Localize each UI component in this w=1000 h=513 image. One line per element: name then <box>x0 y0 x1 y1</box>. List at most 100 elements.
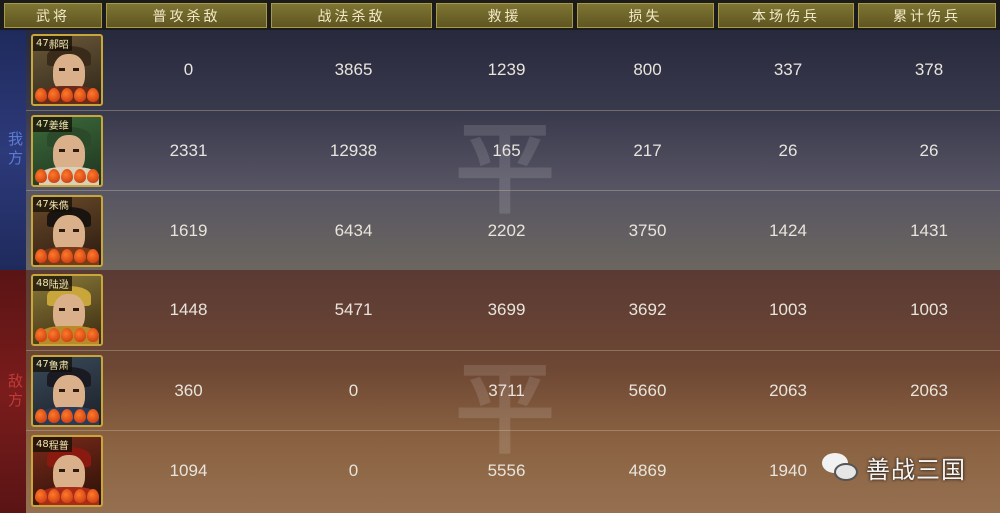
rescue-value: 2202 <box>487 221 526 240</box>
star-icon <box>35 409 47 423</box>
attack-kills-value: 0 <box>183 60 194 79</box>
tactic-kills-value: 0 <box>348 461 359 480</box>
ally-row-3[interactable]: 47 朱儁 1619 6434 2202 3750 1424 1431 <box>26 190 1000 270</box>
star-icon <box>87 169 99 183</box>
star-rating <box>35 328 99 342</box>
star-icon <box>74 489 86 503</box>
attack-kills-value: 1619 <box>169 221 208 240</box>
general-level: 47 <box>36 199 49 210</box>
tactic-kills-value: 0 <box>348 381 359 400</box>
wounded-total-value: 2063 <box>910 381 948 400</box>
enemy-side-label: 敌方 <box>6 372 24 411</box>
general-level: 48 <box>36 439 49 450</box>
star-icon <box>48 88 60 102</box>
wounded-total-value: 378 <box>914 60 944 79</box>
general-portrait[interactable]: 47 鲁肃 <box>31 355 103 427</box>
portrait-eyes <box>59 389 79 392</box>
wounded-battle-value: 2063 <box>769 381 807 400</box>
general-name: 陆逊 <box>48 280 69 291</box>
column-header-attack-kills: 普攻杀敌 <box>106 3 267 28</box>
portrait-eyes <box>59 308 79 311</box>
wounded-battle-value: 337 <box>773 60 803 79</box>
star-icon <box>87 88 99 102</box>
loss-value: 5660 <box>628 381 667 400</box>
loss-value: 3692 <box>628 300 667 319</box>
wounded-total-value: 1003 <box>910 300 948 319</box>
star-icon <box>61 249 73 263</box>
loss-value: 3750 <box>628 221 667 240</box>
star-icon <box>48 489 60 503</box>
column-header-wounded-battle: 本场伤兵 <box>718 3 854 28</box>
star-icon <box>35 328 47 342</box>
column-header-wounded-total: 累计伤兵 <box>858 3 996 28</box>
rescue-value: 3699 <box>487 300 526 319</box>
general-level: 48 <box>36 278 49 289</box>
tactic-kills-value: 3865 <box>334 60 373 79</box>
star-icon <box>74 169 86 183</box>
general-nameplate: 47 郝昭 <box>33 36 72 51</box>
account-watermark: 善战三国 <box>822 450 966 485</box>
general-level: 47 <box>36 359 49 370</box>
star-icon <box>61 169 73 183</box>
star-icon <box>35 88 47 102</box>
portrait-eyes <box>59 68 79 71</box>
table-header: 武将 普攻杀敌 战法杀敌 救援 损失 本场伤兵 累计伤兵 <box>0 0 1000 30</box>
ally-section: 我方 平 47 郝昭 0 3865 1239 800 337 378 47 姜维 2… <box>0 30 1000 270</box>
rescue-value: 1239 <box>487 60 526 79</box>
portrait-eyes <box>59 149 79 152</box>
star-icon <box>61 409 73 423</box>
wounded-total-value: 1431 <box>910 221 948 240</box>
star-icon <box>74 88 86 102</box>
star-rating <box>35 249 99 263</box>
loss-value: 4869 <box>628 461 667 480</box>
loss-value: 217 <box>633 141 662 160</box>
ally-row-1[interactable]: 47 郝昭 0 3865 1239 800 337 378 <box>26 30 1000 110</box>
column-header-tactic-kills: 战法杀敌 <box>271 3 432 28</box>
star-icon <box>61 88 73 102</box>
enemy-side-bar: 敌方 <box>0 270 26 513</box>
ally-side-bar: 我方 <box>0 30 26 270</box>
star-icon <box>61 328 73 342</box>
general-portrait[interactable]: 47 朱儁 <box>31 195 103 267</box>
wounded-battle-value: 1003 <box>769 300 807 319</box>
ally-side-label: 我方 <box>6 131 24 169</box>
star-icon <box>35 489 47 503</box>
tactic-kills-value: 6434 <box>334 221 373 240</box>
wechat-icon <box>822 452 858 483</box>
star-icon <box>87 489 99 503</box>
enemy-row-1[interactable]: 48 陆逊 1448 5471 3699 3692 1003 1003 <box>26 270 1000 350</box>
star-icon <box>35 169 47 183</box>
general-nameplate: 48 陆逊 <box>33 276 72 291</box>
general-nameplate: 48 程普 <box>33 437 72 452</box>
general-portrait[interactable]: 48 程普 <box>31 435 103 507</box>
wechat-bubble-small <box>834 462 858 481</box>
account-name: 善战三国 <box>866 456 966 484</box>
general-portrait[interactable]: 48 陆逊 <box>31 274 103 346</box>
general-nameplate: 47 鲁肃 <box>33 357 72 372</box>
rescue-value: 165 <box>492 141 521 160</box>
star-rating <box>35 409 99 423</box>
star-icon <box>74 328 86 342</box>
star-icon <box>48 328 60 342</box>
star-icon <box>35 249 47 263</box>
general-name: 姜维 <box>48 121 69 132</box>
general-nameplate: 47 姜维 <box>33 117 72 132</box>
attack-kills-value: 2331 <box>169 141 208 160</box>
star-icon <box>87 249 99 263</box>
portrait-eyes <box>59 469 79 472</box>
star-rating <box>35 489 99 503</box>
attack-kills-value: 360 <box>174 381 203 400</box>
star-icon <box>74 409 86 423</box>
general-portrait[interactable]: 47 姜维 <box>31 115 103 187</box>
wounded-battle-value: 26 <box>778 141 798 160</box>
column-header-general: 武将 <box>4 3 102 28</box>
ally-row-2[interactable]: 47 姜维 2331 12938 165 217 26 26 <box>26 110 1000 190</box>
star-icon <box>87 328 99 342</box>
column-header-rescue: 救援 <box>436 3 573 28</box>
general-nameplate: 47 朱儁 <box>33 197 72 212</box>
enemy-row-2[interactable]: 47 鲁肃 360 0 3711 5660 2063 2063 <box>26 350 1000 430</box>
attack-kills-value: 1094 <box>169 461 208 480</box>
star-icon <box>87 409 99 423</box>
general-portrait[interactable]: 47 郝昭 <box>31 34 103 106</box>
loss-value: 800 <box>633 60 662 79</box>
